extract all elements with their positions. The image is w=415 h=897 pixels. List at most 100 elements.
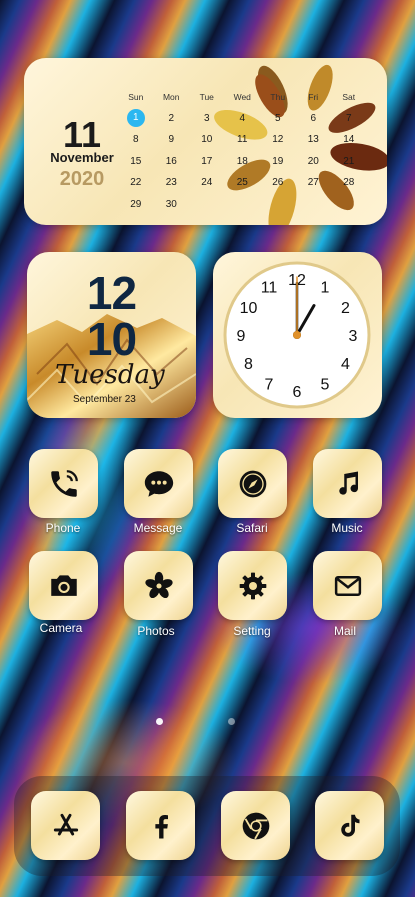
calendar-date: 15 xyxy=(130,155,142,167)
weekday-label: Tue xyxy=(199,91,214,102)
calendar-widget[interactable]: 11 November 2020 Sun Mon Tue Wed Thu Fri… xyxy=(24,58,387,225)
calendar-date: 13 xyxy=(307,134,319,146)
weekday-label: Mon xyxy=(162,91,180,102)
setting-app-button[interactable] xyxy=(218,551,287,620)
clock-number: 1 xyxy=(321,280,330,297)
calendar-weekday-header: Sun Mon Tue Wed Thu Fri Sat xyxy=(118,86,382,108)
clock-number: 11 xyxy=(261,280,278,297)
camera-app-label: Camera xyxy=(39,621,83,635)
weekday-label: Wed xyxy=(233,91,251,102)
page-dot-active xyxy=(156,718,163,725)
calendar-week: 29 30 xyxy=(118,194,382,216)
page-dot xyxy=(228,718,235,725)
clock-widget[interactable]: 12 1 2 3 4 5 6 7 8 9 10 11 xyxy=(213,252,382,418)
setting-app-label: Setting xyxy=(233,624,271,638)
calendar-date: 2 xyxy=(168,112,175,124)
pinwheel-icon xyxy=(144,571,173,598)
calendar-date: 16 xyxy=(165,155,177,167)
camera-icon xyxy=(50,574,77,596)
date-time-widget[interactable]: 12 10 Tuesday September 23 xyxy=(27,252,196,418)
mail-app-button[interactable] xyxy=(313,551,382,620)
tiktok-icon xyxy=(340,814,359,837)
message-app-label: Message xyxy=(133,521,183,535)
weekday-label: Sun xyxy=(128,91,144,102)
calendar-year: 2020 xyxy=(59,168,105,190)
calendar-date: 8 xyxy=(132,134,139,146)
calendar-date: 20 xyxy=(307,155,319,167)
time-hour: 12 xyxy=(86,267,137,319)
weekday-label: Thu xyxy=(270,91,286,102)
clock-center-cap xyxy=(293,331,301,339)
calendar-week: 15 16 17 18 19 20 21 xyxy=(118,151,382,173)
phone-icon xyxy=(50,469,78,497)
calendar-date: 26 xyxy=(272,177,284,189)
message-icon xyxy=(144,470,173,497)
safari-app-label: Safari xyxy=(236,521,268,535)
weekday-label: Sat xyxy=(342,91,356,102)
calendar-grid: Sun Mon Tue Wed Thu Fri Sat 1 2 3 4 5 6 … xyxy=(118,86,382,215)
tiktok-button[interactable] xyxy=(315,791,384,860)
weekday-text: Tuesday xyxy=(55,360,165,390)
time-minute: 10 xyxy=(86,313,137,365)
compass-icon xyxy=(239,470,266,497)
calendar-date: 6 xyxy=(310,112,317,124)
calendar-date: 5 xyxy=(274,112,281,124)
calendar-date: 12 xyxy=(272,134,284,146)
mail-app-label: Mail xyxy=(333,624,356,638)
calendar-date: 29 xyxy=(130,198,142,210)
chrome-icon xyxy=(242,812,269,839)
clock-number: 8 xyxy=(244,356,253,373)
page-indicator[interactable] xyxy=(156,716,236,726)
calendar-date: 27 xyxy=(307,177,319,189)
gear-icon xyxy=(239,572,266,599)
calendar-date: 28 xyxy=(343,177,355,189)
calendar-date: 30 xyxy=(165,198,177,210)
calendar-date: 9 xyxy=(168,134,175,146)
clock-number: 2 xyxy=(341,300,350,317)
calendar-date: 14 xyxy=(343,134,355,146)
calendar-date: 24 xyxy=(201,177,213,189)
clock-number: 5 xyxy=(321,376,330,393)
calendar-date: 18 xyxy=(236,155,248,167)
clock-number: 6 xyxy=(293,384,302,401)
calendar-month: November xyxy=(50,150,114,165)
message-app-button[interactable] xyxy=(124,449,193,518)
clock-number: 3 xyxy=(349,328,358,345)
calendar-date: 10 xyxy=(201,134,213,146)
clock-number: 10 xyxy=(240,300,258,317)
calendar-date-today: 1 xyxy=(118,109,154,128)
calendar-date: 4 xyxy=(239,112,246,124)
photos-app-button[interactable] xyxy=(124,551,193,620)
calendar-date: 23 xyxy=(165,177,177,189)
calendar-week: 1 2 3 4 5 6 7 xyxy=(118,108,382,130)
music-app-label: Music xyxy=(331,521,363,535)
photos-app-label: Photos xyxy=(137,624,175,638)
mail-icon xyxy=(334,575,361,596)
facebook-icon xyxy=(154,814,168,838)
analog-clock: 12 1234567891011 xyxy=(223,261,371,409)
calendar-date: 11 xyxy=(237,134,248,146)
clock-number: 7 xyxy=(265,376,274,393)
music-app-button[interactable] xyxy=(313,449,382,518)
safari-app-button[interactable] xyxy=(218,449,287,518)
camera-app-button[interactable] xyxy=(29,551,98,620)
calendar-date: 21 xyxy=(343,155,355,167)
calendar-week: 22 23 24 25 26 27 28 xyxy=(118,172,382,194)
phone-app-button[interactable] xyxy=(29,449,98,518)
date-text: September 23 xyxy=(73,394,136,405)
calendar-date: 19 xyxy=(272,155,284,167)
calendar-date: 3 xyxy=(203,112,210,124)
chrome-button[interactable] xyxy=(221,791,290,860)
calendar-date: 17 xyxy=(201,155,213,167)
calendar-week: 8 9 10 11 12 13 14 xyxy=(118,129,382,151)
calendar-date: 7 xyxy=(345,112,352,124)
app-store-button[interactable] xyxy=(31,791,100,860)
clock-number: 4 xyxy=(341,356,350,373)
calendar-date: 25 xyxy=(236,177,248,189)
facebook-button[interactable] xyxy=(126,791,195,860)
clock-number: 9 xyxy=(237,328,246,345)
weekday-label: Fri xyxy=(308,91,319,102)
music-icon xyxy=(338,471,358,495)
phone-app-label: Phone xyxy=(45,521,81,535)
app-store-icon xyxy=(53,813,78,835)
